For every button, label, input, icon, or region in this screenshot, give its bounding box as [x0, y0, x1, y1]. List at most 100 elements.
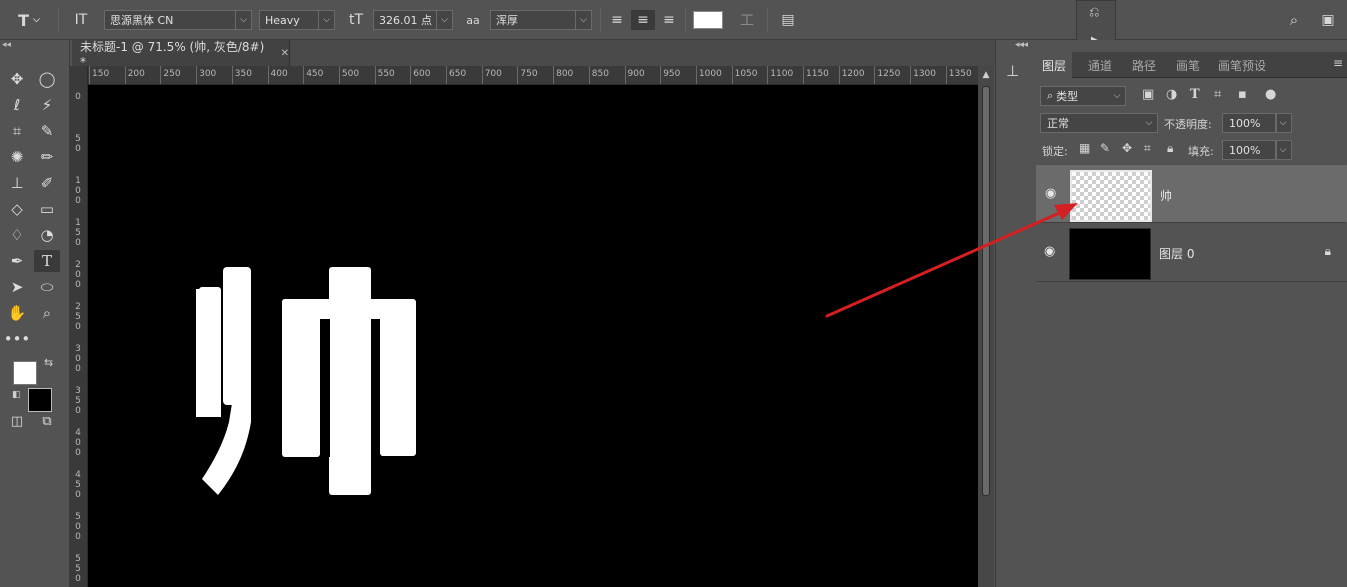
marquee-icon[interactable]: ◯	[34, 68, 60, 90]
type-icon[interactable]: T	[34, 250, 60, 272]
zoom-icon[interactable]: ⌕	[34, 302, 60, 324]
visibility-eye-icon[interactable]: ◉	[1044, 244, 1055, 259]
filter-kind-select[interactable]: ⌕ 类型 ⌵	[1040, 86, 1126, 106]
healing-icon[interactable]: ✺	[4, 146, 30, 168]
lock-transparent-icon[interactable]: ▦	[1079, 141, 1090, 155]
background-color-swatch[interactable]	[28, 388, 52, 412]
panel-menu-icon[interactable]: ≡	[1333, 56, 1343, 70]
ruler-left[interactable]: 05010015020025030035040045050055060	[70, 66, 88, 587]
lock-pixels-icon[interactable]: ✎	[1100, 141, 1110, 155]
warp-text-icon[interactable]: 工	[735, 10, 759, 30]
lasso-icon[interactable]: ℓ	[4, 94, 30, 116]
layer-row-background[interactable]: ◉ 图层 0 🔒︎	[1036, 224, 1347, 282]
tab-brush-presets[interactable]: 画笔预设	[1212, 52, 1272, 78]
document-tab[interactable]: 未标题-1 @ 71.5% (帅, 灰色/8#) * ✕	[72, 40, 290, 66]
eraser-icon[interactable]: ◇	[4, 198, 30, 220]
hand-icon[interactable]: ✋	[4, 302, 30, 324]
screen-mode-icon[interactable]: ⧉	[34, 410, 60, 432]
layer-name[interactable]: 图层 0	[1159, 245, 1194, 262]
stamp-icon[interactable]: ⊥	[4, 172, 30, 194]
smart-object-filter-icon[interactable]: ▪	[1238, 87, 1247, 102]
tab-brush[interactable]: 画笔	[1170, 52, 1206, 78]
layer-row-text[interactable]: ◉ 帅	[1036, 165, 1347, 223]
opacity-input[interactable]: 100%	[1222, 113, 1276, 133]
history-brush-icon[interactable]: ✐	[34, 172, 60, 194]
layer-thumbnail[interactable]	[1070, 170, 1152, 222]
opacity-dropdown[interactable]: ⌵	[1276, 113, 1292, 133]
pen-icon[interactable]: ✒	[4, 250, 30, 272]
magic-wand-icon[interactable]: ⚡	[34, 94, 60, 116]
vertical-scrollbar[interactable]: ▲	[978, 66, 994, 587]
eyedropper-icon[interactable]: ✎	[34, 120, 60, 142]
tab-layers[interactable]: 图层	[1036, 52, 1072, 78]
collapse-icon[interactable]: ◂◂	[2, 40, 11, 50]
ruler-tick	[660, 66, 661, 85]
dodge-icon[interactable]: ◔	[34, 224, 60, 246]
canvas[interactable]	[88, 85, 978, 587]
chevron-down-icon: ⌵	[318, 11, 334, 29]
align-right-icon[interactable]: ≡	[658, 10, 680, 30]
brush-icon[interactable]: ✏	[34, 146, 60, 168]
ruler-label: 600	[413, 69, 430, 79]
character-panel-icon[interactable]: ▤	[776, 10, 800, 30]
search-icon[interactable]: ⌕	[1283, 10, 1305, 30]
type-tool-icon: T	[18, 11, 29, 30]
ruler-tick	[89, 66, 90, 85]
blend-mode-value: 正常	[1047, 115, 1069, 131]
stamp-preset-icon[interactable]: ⊥	[1006, 62, 1019, 80]
chevron-down-icon: ⌵	[1141, 114, 1157, 132]
layers-panel: 图层 通道 路径 画笔 画笔预设 ≡ ⌕ 类型 ⌵ ▣ ◑ T ⌗ ▪ ● 正常…	[1036, 40, 1347, 587]
toggle-orientation-icon[interactable]: IT	[68, 10, 94, 30]
panel-collapse-icon[interactable]: ◂◂	[1015, 40, 1024, 50]
align-left-icon[interactable]: ≡	[606, 10, 628, 30]
lock-position-icon[interactable]: ✥	[1122, 141, 1132, 155]
ruler-label: 650	[449, 69, 466, 79]
tab-paths[interactable]: 路径	[1126, 52, 1162, 78]
ruler-top[interactable]: 1502002503003504004505005506006507007508…	[88, 66, 978, 85]
ruler-tick	[803, 66, 804, 85]
canvas-glyph-shuai[interactable]	[196, 247, 439, 497]
crop-icon[interactable]: ⌗	[4, 120, 30, 142]
font-family-select[interactable]: 思源黑体 CN ⌵	[104, 10, 252, 30]
scroll-thumb[interactable]	[982, 86, 990, 496]
mini-dock: ◂◂ ⊥	[995, 40, 1035, 587]
antialias-select[interactable]: 浑厚 ⌵	[490, 10, 592, 30]
align-center-icon[interactable]: ≡	[631, 10, 655, 30]
lock-all-icon[interactable]: 🔒︎	[1167, 141, 1173, 156]
text-color-swatch[interactable]	[693, 11, 723, 29]
ruler-label: 1100	[770, 69, 793, 79]
history-icon[interactable]: ⎌	[1089, 5, 1099, 20]
foreground-color-swatch[interactable]	[13, 361, 37, 385]
ruler-tick	[839, 66, 840, 85]
blur-icon[interactable]: ♢	[4, 224, 30, 246]
layer-name[interactable]: 帅	[1160, 187, 1172, 204]
move-icon[interactable]: ✥	[4, 68, 30, 90]
font-style-select[interactable]: Heavy ⌵	[259, 10, 335, 30]
ruler-label: 750	[520, 69, 537, 79]
adjustment-filter-icon[interactable]: ◑	[1166, 87, 1177, 102]
shape-filter-icon[interactable]: ⌗	[1214, 87, 1221, 102]
filter-toggle-icon[interactable]: ●	[1265, 87, 1276, 102]
default-colors-icon[interactable]: ◧	[12, 390, 21, 400]
visibility-eye-icon[interactable]: ◉	[1045, 186, 1056, 201]
fill-dropdown[interactable]: ⌵	[1276, 140, 1292, 160]
pixel-filter-icon[interactable]: ▣	[1142, 87, 1154, 102]
scroll-up-icon[interactable]: ▲	[978, 70, 994, 86]
swap-colors-icon[interactable]: ⇆	[44, 356, 53, 369]
fill-input[interactable]: 100%	[1222, 140, 1276, 160]
close-icon[interactable]: ✕	[281, 48, 289, 59]
more-icon[interactable]: •••	[4, 328, 30, 350]
path-select-icon[interactable]: ➤	[4, 276, 30, 298]
ruler-label: 150	[92, 69, 109, 79]
workspace-icon[interactable]: ▣	[1316, 10, 1340, 30]
lock-artboard-icon[interactable]: ⌗	[1144, 141, 1151, 156]
type-tool-preset-icon[interactable]: T ⌵	[10, 10, 48, 30]
ellipse-icon[interactable]: ⬭	[34, 276, 60, 298]
tab-channels[interactable]: 通道	[1082, 52, 1118, 78]
font-size-input[interactable]: 326.01 点 ⌵	[373, 10, 453, 30]
blend-mode-select[interactable]: 正常 ⌵	[1040, 113, 1158, 133]
gradient-icon[interactable]: ▭	[34, 198, 60, 220]
quick-mask-icon[interactable]: ◫	[4, 410, 30, 432]
layer-thumbnail[interactable]	[1069, 228, 1151, 280]
type-filter-icon[interactable]: T	[1190, 87, 1200, 102]
